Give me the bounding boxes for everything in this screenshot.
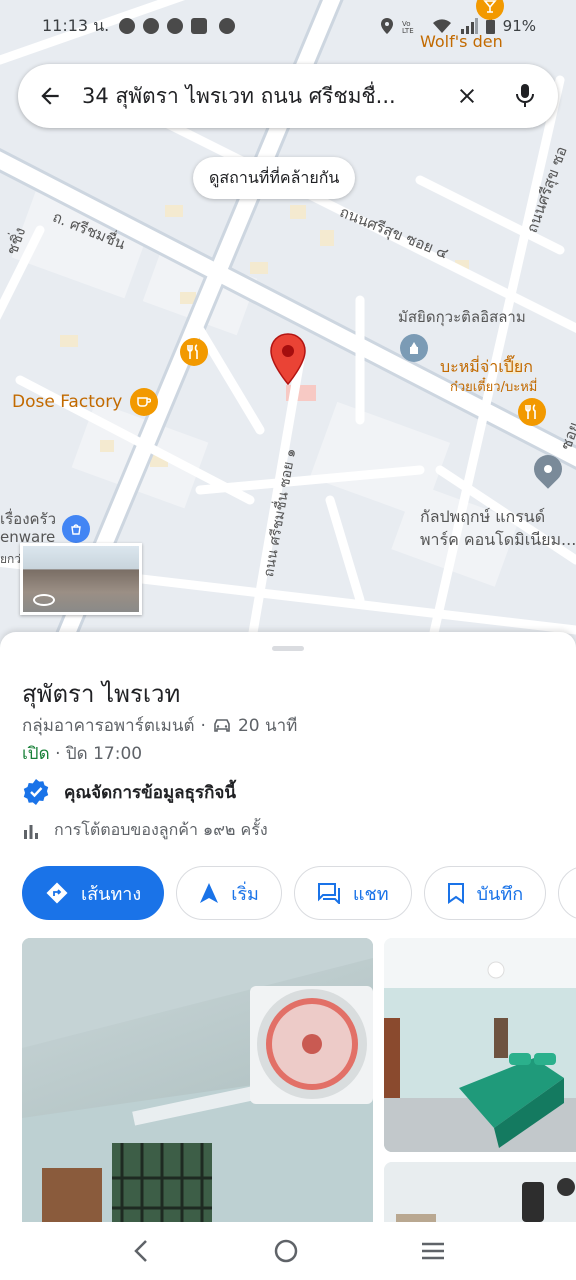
bookmark-icon	[447, 883, 464, 904]
status-time: 11:13 น.	[42, 15, 110, 35]
bar-chart-icon	[24, 824, 38, 839]
restaurant-poi-icon[interactable]	[180, 338, 208, 366]
place-details-sheet[interactable]: สุพัตรา ไพรเวท กลุ่มอาคารอพาร์ตเมนต์ · 2…	[0, 632, 576, 1242]
sheet-drag-handle[interactable]	[272, 646, 304, 651]
place-title: สุพัตรา ไพรเวท	[22, 680, 181, 708]
share-button[interactable]	[558, 866, 576, 920]
customer-interactions-row[interactable]: การโต้ตอบของลูกค้า ๑๙๒ ครั้ง	[22, 818, 268, 843]
location-icon	[380, 18, 393, 34]
shopping-bag-icon	[191, 18, 208, 34]
messenger-icon	[143, 18, 160, 34]
customer-interactions-text: การโต้ตอบของลูกค้า ๑๙๒ ครั้ง	[54, 820, 268, 839]
directions-icon	[46, 882, 68, 904]
poi-label-wolfs-den[interactable]: Wolf's den	[420, 32, 503, 51]
place-category-row: กลุ่มอาคารอพาร์ตเมนต์ · 20 นาที	[22, 712, 297, 739]
start-label: เริ่ม	[231, 883, 259, 905]
noodle-poi-icon[interactable]	[518, 398, 546, 426]
clear-search-icon[interactable]	[452, 81, 482, 111]
verified-badge-icon	[23, 779, 49, 805]
poi-label-mosque[interactable]: มัสยิดกุวะติลอิสลาม	[398, 305, 526, 329]
street-view-thumbnail[interactable]	[20, 543, 142, 615]
directions-button[interactable]: เส้นทาง	[22, 866, 165, 920]
photo-bedroom[interactable]	[384, 938, 576, 1152]
save-label: บันทึก	[476, 883, 524, 905]
business-claimed-row[interactable]: คุณจัดการข้อมูลธุรกิจนี้	[22, 778, 236, 806]
chat-button[interactable]: แชท	[293, 866, 412, 920]
microphone-icon[interactable]	[510, 81, 540, 111]
start-button[interactable]: เริ่ม	[176, 866, 282, 920]
shopping-poi-icon[interactable]	[62, 515, 90, 543]
similar-places-button[interactable]: ดูสถานที่ที่คล้ายกัน	[193, 157, 356, 199]
nav-recents-icon[interactable]	[420, 1240, 446, 1262]
nav-back-icon[interactable]	[130, 1238, 152, 1264]
car-icon	[214, 718, 230, 732]
mosque-poi-icon[interactable]	[400, 334, 428, 362]
cafe-poi-icon[interactable]	[130, 388, 158, 416]
photo-exterior[interactable]	[22, 938, 373, 1238]
business-claimed-text: คุณจัดการข้อมูลธุรกิจนี้	[64, 782, 236, 803]
back-arrow-icon[interactable]	[36, 82, 64, 110]
chat-label: แชท	[352, 883, 389, 905]
search-bar[interactable]: 34 สุพัตรา ไพรเวท ถนน ศรีชมชื่...	[18, 64, 558, 128]
map-view[interactable]: 11:13 น. Vo LTE 91% Wolf's den ถ. ศรีชมชื…	[0, 0, 576, 650]
system-navigation-bar	[0, 1222, 576, 1280]
directions-label: เส้นทาง	[81, 883, 142, 905]
chat-icon	[317, 883, 340, 904]
poi-label-left-small: ยกว่	[0, 552, 22, 566]
nav-home-icon[interactable]	[273, 1238, 299, 1264]
open-status: เปิด	[22, 744, 50, 764]
poi-label-condo-1[interactable]: กัลปพฤกษ์ แกรนด์	[420, 505, 545, 530]
location-pin-icon[interactable]	[268, 332, 308, 386]
action-buttons-row: เส้นทาง เริ่ม แชท บันทึก	[22, 866, 576, 920]
notification-icons	[119, 18, 236, 34]
line-app-icon	[167, 18, 184, 34]
chat-bubble-icon	[119, 18, 136, 34]
place-category: กลุ่มอาคารอพาร์ตเมนต์	[22, 716, 195, 736]
poi-label-noodle-category: ก๋วยเตี๋ยว/บะหมี่	[450, 380, 538, 395]
navigation-arrow-icon	[200, 883, 219, 903]
photo-gallery[interactable]	[22, 938, 576, 1242]
poi-label-condo-2[interactable]: พาร์ค คอนโดมิเนียม...	[420, 528, 576, 553]
close-time: · ปิด 17:00	[55, 744, 143, 764]
separator-dot: ·	[200, 715, 206, 736]
poi-label-dose-factory[interactable]: Dose Factory	[12, 392, 122, 412]
battery-percent: 91%	[502, 17, 536, 35]
hours-row[interactable]: เปิด · ปิด 17:00	[22, 740, 142, 767]
save-button[interactable]: บันทึก	[423, 866, 547, 920]
svg-text:LTE: LTE	[402, 27, 414, 34]
more-notifications-dot	[219, 18, 236, 34]
street-view-icon	[33, 594, 55, 606]
drive-time: 20 นาที	[237, 716, 298, 736]
search-query[interactable]: 34 สุพัตรา ไพรเวท ถนน ศรีชมชื่...	[82, 80, 440, 113]
